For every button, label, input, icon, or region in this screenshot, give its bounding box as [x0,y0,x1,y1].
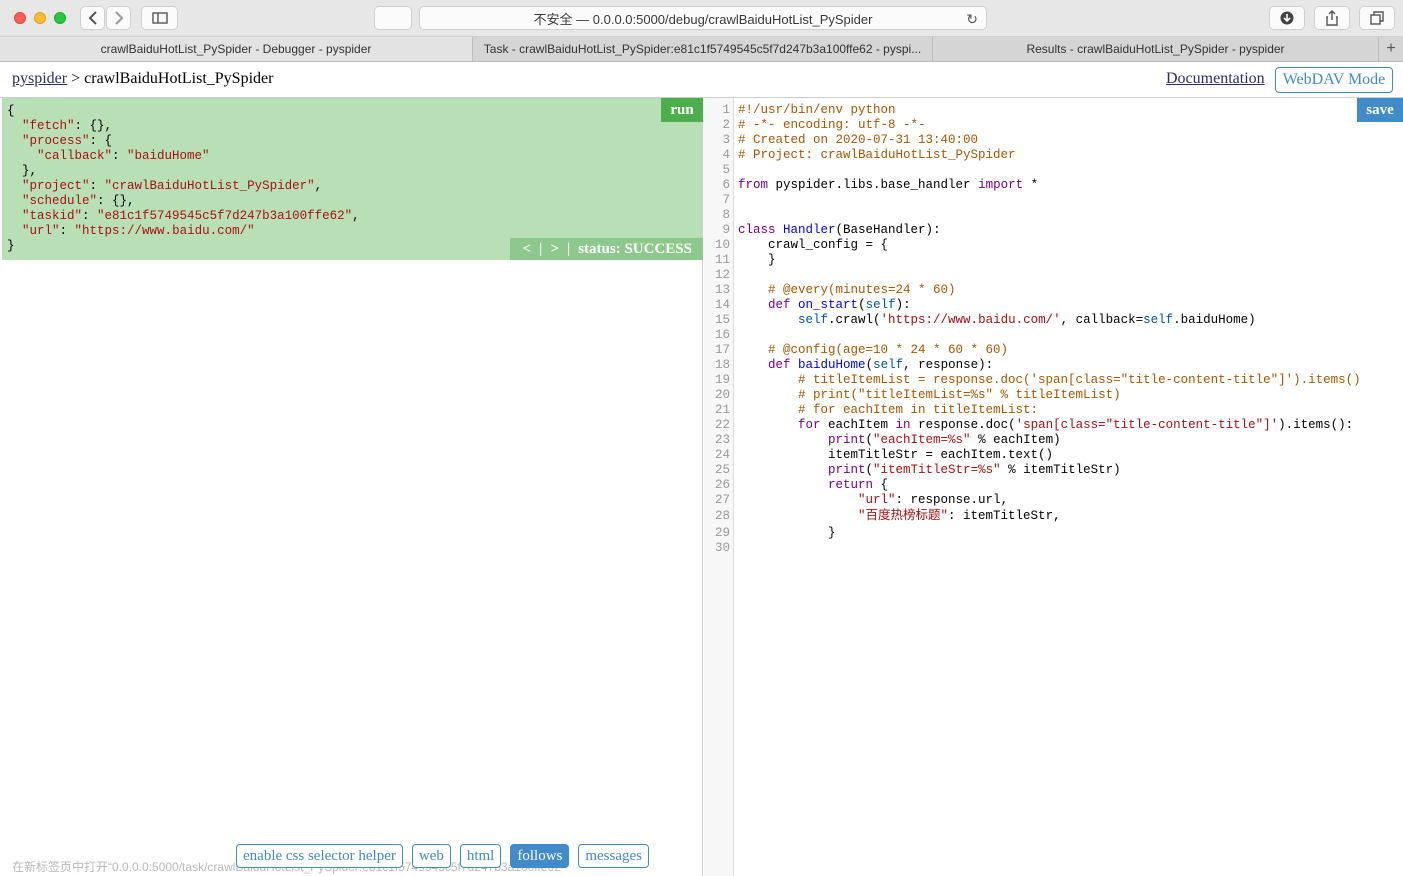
address-text: 不安全 — 0.0.0.0:5000/debug/crawlBaiduHotLi… [533,11,873,27]
browser-toolbar: 不安全 — 0.0.0.0:5000/debug/crawlBaiduHotLi… [0,0,1403,37]
messages-tab-button[interactable]: messages [578,844,650,868]
debug-left-pane: { "fetch": {}, "process": { "callback": … [2,98,703,876]
tab-task[interactable]: Task - crawlBaiduHotList_PySpider:e81c1f… [473,37,933,61]
zoom-window-icon[interactable] [54,12,66,24]
webdav-mode-button[interactable]: WebDAV Mode [1275,67,1393,93]
follows-tab-button[interactable]: follows [510,844,570,868]
task-json-line: "process": { [22,134,113,148]
project-name: crawlBaiduHotList_PySpider [84,70,274,87]
run-button[interactable]: run [661,98,703,122]
tab-label: Task - crawlBaiduHotList_PySpider:e81c1f… [483,42,922,56]
pyspider-home-link[interactable]: pyspider [12,70,67,87]
documentation-link[interactable]: Documentation [1166,70,1265,88]
tab-overview-icon[interactable] [1359,6,1395,30]
forward-icon[interactable] [106,6,131,30]
task-json-line: }, [7,164,38,178]
next-task-button[interactable]: > [550,241,559,258]
task-json-line: "url": "https://www.baidu.com/" [22,224,255,238]
reload-icon[interactable]: ↻ [966,11,978,28]
blank-toolbar-button[interactable] [374,6,412,30]
task-json-line: } [7,239,15,253]
tab-label: Results - crawlBaiduHotList_PySpider - p… [1026,42,1285,56]
task-panel: { "fetch": {}, "process": { "callback": … [2,98,703,260]
save-button[interactable]: save [1357,98,1403,122]
share-icon[interactable] [1314,6,1350,30]
task-json-line: "taskid": "e81c1f5749545c5f7d247b3a100ff… [22,209,360,223]
task-status-bar: < | > | status: SUCCESS [510,238,703,260]
task-json-line: "callback": "baiduHome" [37,149,210,163]
breadcrumb: pyspider > crawlBaiduHotList_PySpider [12,70,273,88]
result-tabs: enable css selector helper web html foll… [236,844,658,868]
css-selector-helper-button[interactable]: enable css selector helper [236,844,403,868]
task-status: status: SUCCESS [578,240,692,257]
web-tab-button[interactable]: web [411,844,451,868]
nav-separator: | [566,240,571,257]
new-tab-button[interactable]: + [1379,37,1403,61]
close-window-icon[interactable] [14,12,26,24]
downloads-icon[interactable] [1269,6,1305,30]
code-editor[interactable]: 1 #!/usr/bin/env python 2 # -*- encoding: … [704,98,1403,876]
html-tab-button[interactable]: html [459,844,502,868]
task-json-line: "project": "crawlBaiduHotList_PySpider", [22,179,323,193]
prev-task-button[interactable]: < [522,241,531,258]
address-bar[interactable]: 不安全 — 0.0.0.0:5000/debug/crawlBaiduHotLi… [419,6,987,30]
page-header: pyspider > crawlBaiduHotList_PySpider Do… [0,62,1403,98]
task-json-line: "schedule": {}, [22,194,135,208]
minimize-window-icon[interactable] [34,12,46,24]
tab-label: crawlBaiduHotList_PySpider - Debugger - … [100,42,372,56]
code-content[interactable]: 1 #!/usr/bin/env python 2 # -*- encoding: … [704,103,1361,556]
task-json-line: "fetch": {}, [22,119,113,133]
task-json-editor[interactable]: { "fetch": {}, "process": { "callback": … [7,104,360,254]
breadcrumb-separator: > [67,70,85,87]
tab-bar: crawlBaiduHotList_PySpider - Debugger - … [0,37,1403,62]
tab-results[interactable]: Results - crawlBaiduHotList_PySpider - p… [933,37,1379,61]
tab-debugger[interactable]: crawlBaiduHotList_PySpider - Debugger - … [0,37,473,61]
task-json-line: { [7,104,15,118]
sidebar-toggle-icon[interactable] [141,6,178,30]
back-icon[interactable] [80,6,105,30]
nav-separator: | [539,240,543,257]
